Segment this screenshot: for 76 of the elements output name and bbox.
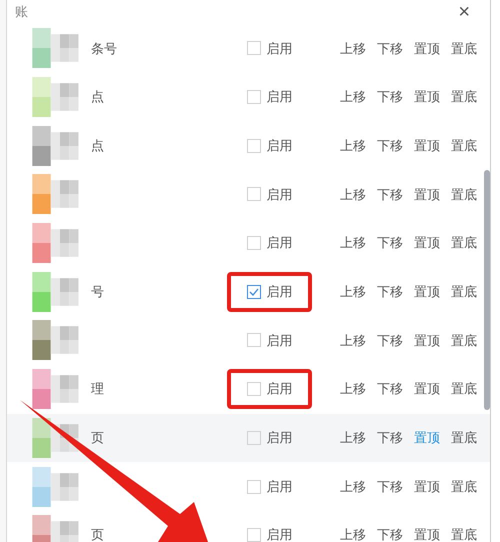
action-link[interactable]: 置顶 [414, 476, 440, 496]
action-link[interactable]: 置顶 [414, 184, 440, 204]
action-link[interactable]: 置顶 [414, 330, 440, 350]
checkbox[interactable] [246, 382, 260, 396]
enable-checkbox[interactable]: 启用 [246, 379, 292, 399]
action-link[interactable]: 置底 [451, 428, 477, 448]
action-link[interactable]: 下移 [377, 87, 403, 107]
checkbox[interactable] [246, 236, 260, 250]
checkbox[interactable] [246, 528, 260, 542]
row-name: 理 [91, 380, 104, 398]
action-link[interactable]: 上移 [340, 184, 366, 204]
checkbox[interactable] [246, 480, 260, 494]
enable-checkbox[interactable]: 启用 [246, 38, 292, 58]
action-link[interactable]: 下移 [377, 379, 403, 399]
checkbox[interactable] [246, 284, 260, 299]
action-link[interactable]: 上移 [340, 38, 366, 58]
action-link[interactable]: 置顶 [414, 233, 440, 253]
action-link[interactable]: 置顶 [414, 136, 440, 156]
enable-checkbox[interactable]: 启用 [246, 525, 292, 542]
action-link[interactable]: 置顶 [414, 38, 440, 58]
action-link[interactable]: 置底 [451, 184, 477, 204]
action-link[interactable]: 上移 [340, 330, 366, 350]
action-link[interactable]: 上移 [340, 87, 366, 107]
enable-checkbox[interactable]: 启用 [246, 330, 292, 350]
checkbox[interactable] [246, 138, 260, 153]
action-link[interactable]: 置底 [451, 525, 477, 542]
checkbox[interactable] [246, 90, 260, 104]
enable-checkbox[interactable]: 启用 [246, 233, 292, 253]
action-link[interactable]: 上移 [340, 282, 366, 302]
action-link[interactable]: 下移 [377, 233, 403, 253]
checkbox[interactable] [246, 333, 260, 348]
action-link[interactable]: 下移 [377, 428, 403, 448]
action-link[interactable]: 下移 [377, 330, 403, 350]
row-name: 点 [91, 136, 104, 155]
action-link[interactable]: 下移 [377, 476, 403, 496]
action-link[interactable]: 置底 [451, 330, 477, 350]
action-link[interactable]: 下移 [377, 282, 403, 302]
row-name: 页 [91, 429, 104, 448]
action-link[interactable]: 置顶 [414, 282, 440, 302]
action-link[interactable]: 上移 [340, 428, 366, 448]
action-link[interactable]: 下移 [377, 525, 403, 542]
dialog-title: 账 [15, 3, 28, 22]
row-name: 点 [91, 88, 104, 106]
checkbox[interactable] [246, 187, 260, 202]
action-link[interactable]: 置底 [451, 233, 477, 253]
action-link[interactable]: 置顶 [414, 379, 440, 399]
scrollbar[interactable] [484, 170, 490, 410]
action-link[interactable]: 置底 [451, 282, 477, 302]
action-link[interactable]: 上移 [340, 379, 366, 399]
action-link[interactable]: 上移 [340, 233, 366, 253]
enable-checkbox[interactable]: 启用 [246, 184, 292, 204]
row-name: 条号 [91, 40, 117, 58]
checkbox[interactable] [246, 41, 260, 56]
action-link[interactable]: 上移 [340, 136, 366, 156]
enable-checkbox[interactable]: 启用 [246, 87, 292, 107]
action-link[interactable]: 下移 [377, 184, 403, 204]
action-link[interactable]: 下移 [377, 38, 403, 58]
action-link[interactable]: 上移 [340, 476, 366, 496]
checkbox[interactable] [246, 430, 260, 445]
enable-checkbox[interactable]: 启用 [246, 136, 292, 156]
check-icon [248, 288, 258, 296]
action-link[interactable]: 置底 [451, 38, 477, 58]
action-link[interactable]: 置顶 [414, 87, 440, 107]
row-name: 号 [91, 283, 104, 302]
action-link[interactable]: 置底 [451, 476, 477, 496]
close-button[interactable]: × [458, 2, 470, 22]
enable-checkbox[interactable]: 启用 [246, 428, 292, 448]
action-link[interactable]: 下移 [377, 136, 403, 156]
action-link[interactable]: 置底 [451, 87, 477, 107]
action-link[interactable]: 置底 [451, 379, 477, 399]
action-link[interactable]: 上移 [340, 525, 366, 542]
enable-checkbox[interactable]: 启用 [246, 282, 292, 302]
enable-checkbox[interactable]: 启用 [246, 476, 292, 496]
action-link[interactable]: 置底 [451, 136, 477, 156]
row-name: 页 [91, 526, 104, 542]
action-link[interactable]: 置顶 [414, 525, 440, 542]
